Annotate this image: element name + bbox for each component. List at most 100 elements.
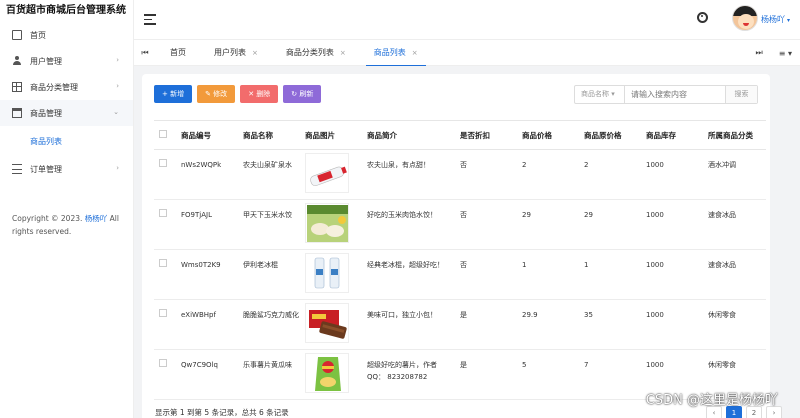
sidebar-item-home[interactable]: 首页 [0,22,133,48]
table-row[interactable]: Wms0T2K9 伊利老冰棍 经典老冰棍，超级好吃！ 否 1 1 1000 速食… [154,249,766,300]
cell-price: 29 [517,199,579,250]
cell-intro: 超级好吃的薯片，作者QQ： 823208782 [362,349,455,400]
cell-code: nWs2WQPk [176,149,238,200]
user-icon [12,56,22,66]
select-all-cell[interactable] [154,120,176,150]
col-header[interactable]: 商品名称 [238,120,300,150]
add-button[interactable]: + 新增 [154,85,193,103]
search-button[interactable]: 搜索 [725,86,757,103]
row-select-cell [154,199,176,250]
search-field-select[interactable]: 商品名称 ▾ [575,86,625,103]
cell-name: 乐事薯片黄瓜味 [238,349,300,400]
copyright-author-link[interactable]: 杨杨吖 [85,214,108,223]
menu-toggle-icon[interactable] [144,14,156,25]
cell-category: 休闲零食 [703,299,766,350]
col-header[interactable]: 商品简介 [362,120,455,150]
col-header[interactable]: 商品库存 [641,120,703,150]
search-bar: 商品名称 ▾ 搜索 [574,85,758,104]
sidebar-item-category-management[interactable]: 商品分类管理 › [0,74,133,100]
cell-image [300,149,362,200]
user-menu[interactable]: 杨杨吖 ▾ [761,14,790,25]
close-icon[interactable]: × [412,49,418,57]
cell-code: eXiWBHpf [176,299,238,350]
cell-discount: 否 [455,199,517,250]
select-all-checkbox[interactable] [159,130,167,138]
row-checkbox[interactable] [159,259,167,267]
sidebar-item-product-management[interactable]: 商品管理 ⌄ [0,100,133,126]
cell-original-price: 35 [579,299,641,350]
tab-scroll-left-icon[interactable]: ⏮ [134,48,156,58]
row-checkbox[interactable] [159,159,167,167]
table-row[interactable]: FO9TjAJL 甲天下玉米水饺 好吃的玉米肉馅水饺！ 否 29 29 1000… [154,199,766,250]
shop-icon [12,108,22,118]
palette-icon[interactable] [697,12,708,23]
sidebar-item-label: 商品列表 [30,136,62,146]
cell-name: 伊利老冰棍 [238,249,300,300]
cell-discount: 是 [455,299,517,350]
avatar[interactable] [732,5,758,31]
table-header-row: 商品编号 商品名称 商品图片 商品简介 是否折扣 商品价格 商品原价格 商品库存… [154,120,766,150]
home-icon [12,30,22,40]
product-card: + 新增 ✎ 修改 ✕ 删除 ↻ 刷新 商品名称 ▾ 搜索 商品编号 商品名称 … [142,74,770,418]
chevron-right-icon: › [116,82,119,90]
cell-category: 速食冰品 [703,199,766,250]
col-header[interactable]: 所属商品分类 [703,120,766,150]
cell-code: FO9TjAJL [176,199,238,250]
sidebar-item-label: 首页 [30,30,46,40]
sidebar-item-order-management[interactable]: 订单管理 › [0,156,133,182]
cell-code: Qw7C9Olq [176,349,238,400]
cell-code: Wms0T2K9 [176,249,238,300]
tab-user-list[interactable]: 用户列表 × [200,40,272,66]
col-header[interactable]: 商品图片 [300,120,362,150]
sidebar-item-product-list[interactable]: 商品列表 [0,126,133,156]
cell-intro: 好吃的玉米肉馅水饺！ [362,199,455,250]
app-title: 百货超市商城后台管理系统 [6,5,126,16]
close-icon[interactable]: × [340,49,346,57]
cell-stock: 1000 [641,149,703,200]
sidebar-item-user-management[interactable]: 用户管理 › [0,48,133,74]
row-checkbox[interactable] [159,209,167,217]
toolbar: + 新增 ✎ 修改 ✕ 删除 ↻ 刷新 [154,85,322,103]
pagination-summary: 显示第 1 到第 5 条记录，总共 6 条记录 [155,408,289,417]
cell-original-price: 1 [579,249,641,300]
row-select-cell [154,149,176,200]
cell-original-price: 7 [579,349,641,400]
row-select-cell [154,349,176,400]
col-header[interactable]: 商品价格 [517,120,579,150]
sidebar: 百货超市商城后台管理系统 首页 用户管理 › 商品分类管理 › 商品管理 ⌄ 商… [0,0,134,418]
tab-menu-icon[interactable]: ≡ ▾ [779,49,792,58]
row-checkbox[interactable] [159,309,167,317]
table-row[interactable]: eXiWBHpf 脆脆鲨巧克力威化 美味可口，独立小包！ 是 29.9 35 1… [154,299,766,350]
tab-category-list[interactable]: 商品分类列表 × [272,40,360,66]
cell-discount: 是 [455,349,517,400]
cell-category: 速食冰品 [703,249,766,300]
table-row[interactable]: nWs2WQPk 农夫山泉矿泉水 农夫山泉，有点甜！ 否 2 2 1000 酒水… [154,149,766,200]
username: 杨杨吖 [760,15,785,24]
cell-original-price: 29 [579,199,641,250]
col-header[interactable]: 是否折扣 [455,120,517,150]
cell-category: 酒水冲调 [703,149,766,200]
row-checkbox[interactable] [159,359,167,367]
copyright: Copyright © 2023. 杨杨吖 All rights reserve… [12,212,127,238]
tab-scroll-right-icon[interactable]: ⏭ [756,48,763,58]
cell-stock: 1000 [641,249,703,300]
watermark: CSDN @这里是杨杨吖 [645,393,778,408]
col-header[interactable]: 商品原价格 [579,120,641,150]
cell-image [300,349,362,400]
tab-product-list[interactable]: 商品列表 × [360,40,432,67]
cell-stock: 1000 [641,299,703,350]
row-select-cell [154,249,176,300]
tab-actions: ⏭ ≡ ▾ [756,40,792,66]
tab-label: 商品列表 [373,47,406,57]
search-input[interactable] [625,86,725,103]
edit-button[interactable]: ✎ 修改 [197,85,236,103]
cell-image [300,299,362,350]
col-header[interactable]: 商品编号 [176,120,238,150]
refresh-button[interactable]: ↻ 刷新 [283,85,322,103]
delete-button[interactable]: ✕ 删除 [240,85,279,103]
close-icon[interactable]: × [252,49,258,57]
tab-home[interactable]: 首页 [156,40,200,66]
cell-stock: 1000 [641,199,703,250]
tab-label: 首页 [170,47,186,57]
cell-name: 农夫山泉矿泉水 [238,149,300,200]
